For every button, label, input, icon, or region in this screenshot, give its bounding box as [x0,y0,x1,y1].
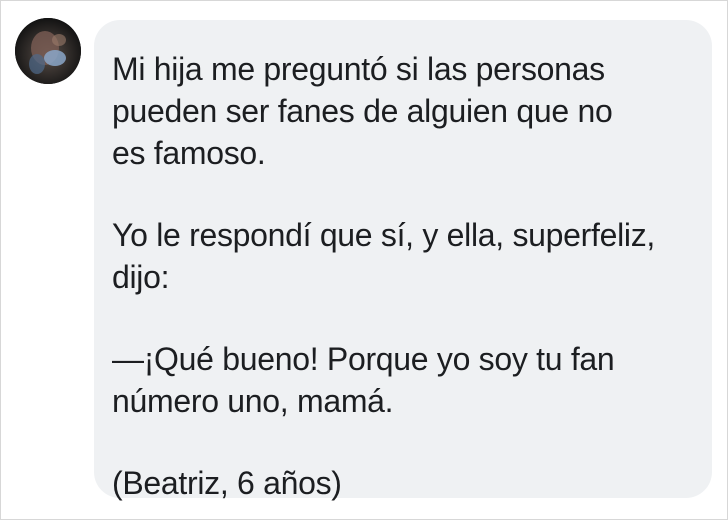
avatar-image [15,18,81,84]
comment-paragraph-1: Mi hija me preguntó si las personas pued… [112,51,613,171]
comment-bubble: Mi hija me preguntó si las personas pued… [94,20,712,501]
comment-paragraph-3: —¡Qué bueno! Porque yo soy tu fan número… [112,341,615,419]
user-avatar-icon[interactable] [15,18,81,84]
comment-paragraph-2: Yo le respondí que sí, y ella, superfeli… [112,217,655,295]
comment-paragraph-4: (Beatriz, 6 años) [112,465,342,501]
